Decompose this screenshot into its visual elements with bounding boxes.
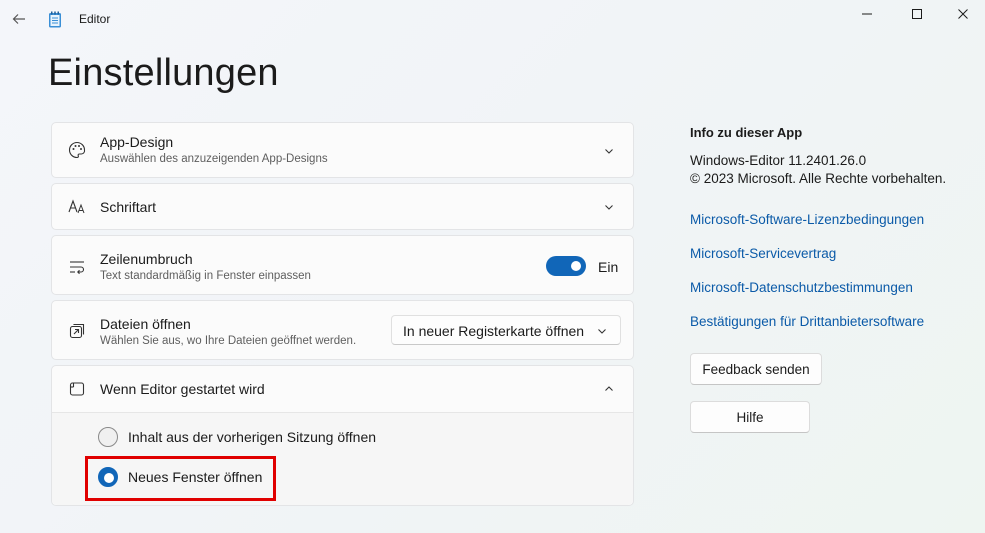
app-version: Windows-Editor 11.2401.26.0 bbox=[690, 153, 867, 168]
close-icon bbox=[958, 9, 968, 19]
radio-button[interactable] bbox=[98, 427, 118, 447]
radio-option-previous-session[interactable]: Inhalt aus der vorherigen Sitzung öffnen bbox=[98, 427, 376, 447]
minimize-button[interactable] bbox=[851, 4, 883, 24]
palette-icon bbox=[68, 141, 86, 159]
word-wrap-icon bbox=[68, 258, 86, 276]
open-files-subtitle: Wählen Sie aus, wo Ihre Dateien geöffnet… bbox=[100, 335, 357, 347]
app-design-subtitle: Auswählen des anzuzeigenden App-Designs bbox=[100, 153, 328, 165]
chevron-down-icon bbox=[603, 201, 615, 213]
startup-header[interactable]: Wenn Editor gestartet wird bbox=[52, 366, 633, 412]
font-icon bbox=[68, 198, 86, 216]
title-bar: Editor bbox=[0, 0, 985, 40]
chevron-up-icon bbox=[603, 383, 615, 395]
maximize-icon bbox=[912, 9, 922, 19]
back-button[interactable] bbox=[8, 8, 30, 30]
app-design-title: App-Design bbox=[100, 134, 174, 150]
close-button[interactable] bbox=[947, 4, 979, 24]
license-terms-link[interactable]: Microsoft-Software-Lizenzbedingungen bbox=[690, 212, 924, 227]
notepad-app-icon bbox=[48, 11, 62, 28]
third-party-notices-link[interactable]: Bestätigungen für Drittanbietersoftware bbox=[690, 314, 924, 329]
word-wrap-toggle[interactable] bbox=[546, 256, 586, 276]
window-icon bbox=[68, 380, 86, 398]
word-wrap-title: Zeilenumbruch bbox=[100, 251, 193, 267]
maximize-button[interactable] bbox=[901, 4, 933, 24]
open-file-icon bbox=[68, 322, 86, 340]
app-title: Editor bbox=[79, 12, 111, 26]
word-wrap-card: Zeilenumbruch Text standardmäßig in Fens… bbox=[51, 235, 634, 295]
word-wrap-subtitle: Text standardmäßig in Fenster einpassen bbox=[100, 270, 311, 282]
open-files-title: Dateien öffnen bbox=[100, 316, 191, 332]
open-files-selected: In neuer Registerkarte öffnen bbox=[403, 323, 585, 339]
open-files-dropdown[interactable]: In neuer Registerkarte öffnen bbox=[391, 315, 621, 345]
open-files-card: Dateien öffnen Wählen Sie aus, wo Ihre D… bbox=[51, 300, 634, 360]
service-agreement-link[interactable]: Microsoft-Servicevertrag bbox=[690, 246, 836, 261]
chevron-down-icon bbox=[596, 325, 608, 337]
toggle-knob bbox=[571, 261, 581, 271]
back-arrow-icon bbox=[12, 14, 25, 24]
help-button[interactable]: Hilfe bbox=[690, 401, 810, 433]
font-title: Schriftart bbox=[100, 199, 157, 215]
minimize-icon bbox=[862, 13, 872, 15]
font-card[interactable]: Schriftart bbox=[51, 183, 634, 230]
about-heading: Info zu dieser App bbox=[690, 125, 803, 140]
page-title: Einstellungen bbox=[48, 52, 279, 94]
app-design-card[interactable]: App-Design Auswählen des anzuzeigenden A… bbox=[51, 122, 634, 178]
radio-label: Inhalt aus der vorherigen Sitzung öffnen bbox=[128, 429, 377, 445]
chevron-down-icon bbox=[603, 145, 615, 157]
highlight-box bbox=[85, 456, 276, 501]
startup-title: Wenn Editor gestartet wird bbox=[100, 381, 265, 397]
feedback-button[interactable]: Feedback senden bbox=[690, 353, 822, 385]
privacy-statement-link[interactable]: Microsoft-Datenschutzbestimmungen bbox=[690, 280, 913, 295]
word-wrap-toggle-label: Ein bbox=[598, 259, 619, 275]
copyright: © 2023 Microsoft. Alle Rechte vorbehalte… bbox=[690, 171, 947, 186]
